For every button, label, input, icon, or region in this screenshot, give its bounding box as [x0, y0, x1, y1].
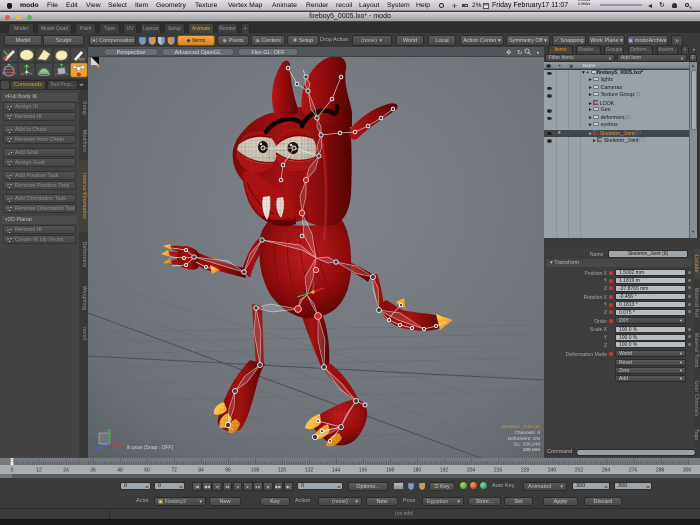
svg-text:36: 36: [90, 468, 96, 474]
svg-text:48: 48: [117, 468, 123, 474]
svg-text:72: 72: [171, 468, 177, 474]
svg-text:276: 276: [629, 468, 638, 474]
svg-text:132: 132: [305, 468, 314, 474]
svg-text:84: 84: [198, 468, 204, 474]
svg-text:GL: 208,248: GL: 208,248: [514, 442, 541, 448]
svg-text:288: 288: [656, 468, 665, 474]
svg-text:108: 108: [251, 468, 260, 474]
svg-text:144: 144: [332, 468, 341, 474]
svg-text:24: 24: [63, 468, 69, 474]
svg-text:Advanced OpenGL: Advanced OpenGL: [175, 50, 222, 56]
svg-text:ik pose [Snap : OFF]: ik pose [Snap : OFF]: [127, 445, 173, 451]
svg-text:156: 156: [359, 468, 368, 474]
svg-text:Deformers: ON: Deformers: ON: [508, 436, 541, 442]
svg-text:240: 240: [548, 468, 557, 474]
svg-text:y: y: [107, 427, 109, 432]
svg-text:204: 204: [467, 468, 476, 474]
svg-text:252: 252: [575, 468, 584, 474]
svg-text:Perspective: Perspective: [117, 50, 146, 56]
svg-text:60: 60: [144, 468, 150, 474]
svg-text:120: 120: [278, 468, 287, 474]
svg-text:✥: ✥: [506, 49, 512, 57]
svg-text:264: 264: [602, 468, 611, 474]
svg-text:N.5: N.5: [79, 58, 85, 62]
svg-text:0: 0: [11, 468, 14, 474]
svg-text:100 mm: 100 mm: [523, 447, 540, 453]
svg-text:228: 228: [521, 468, 530, 474]
svg-text:Channels: 8: Channels: 8: [514, 430, 540, 436]
svg-text:180: 180: [413, 468, 422, 474]
svg-text:Skeleton_Joint (6): Skeleton_Joint (6): [501, 424, 540, 430]
svg-text:216: 216: [494, 468, 503, 474]
svg-text:192: 192: [440, 468, 449, 474]
svg-text:168: 168: [386, 468, 395, 474]
svg-text:12: 12: [36, 468, 42, 474]
svg-text:96: 96: [225, 468, 231, 474]
svg-text:↻: ↻: [517, 50, 523, 57]
svg-text:300: 300: [683, 468, 692, 474]
svg-text:Flex GL: OFF: Flex GL: OFF: [251, 50, 285, 56]
